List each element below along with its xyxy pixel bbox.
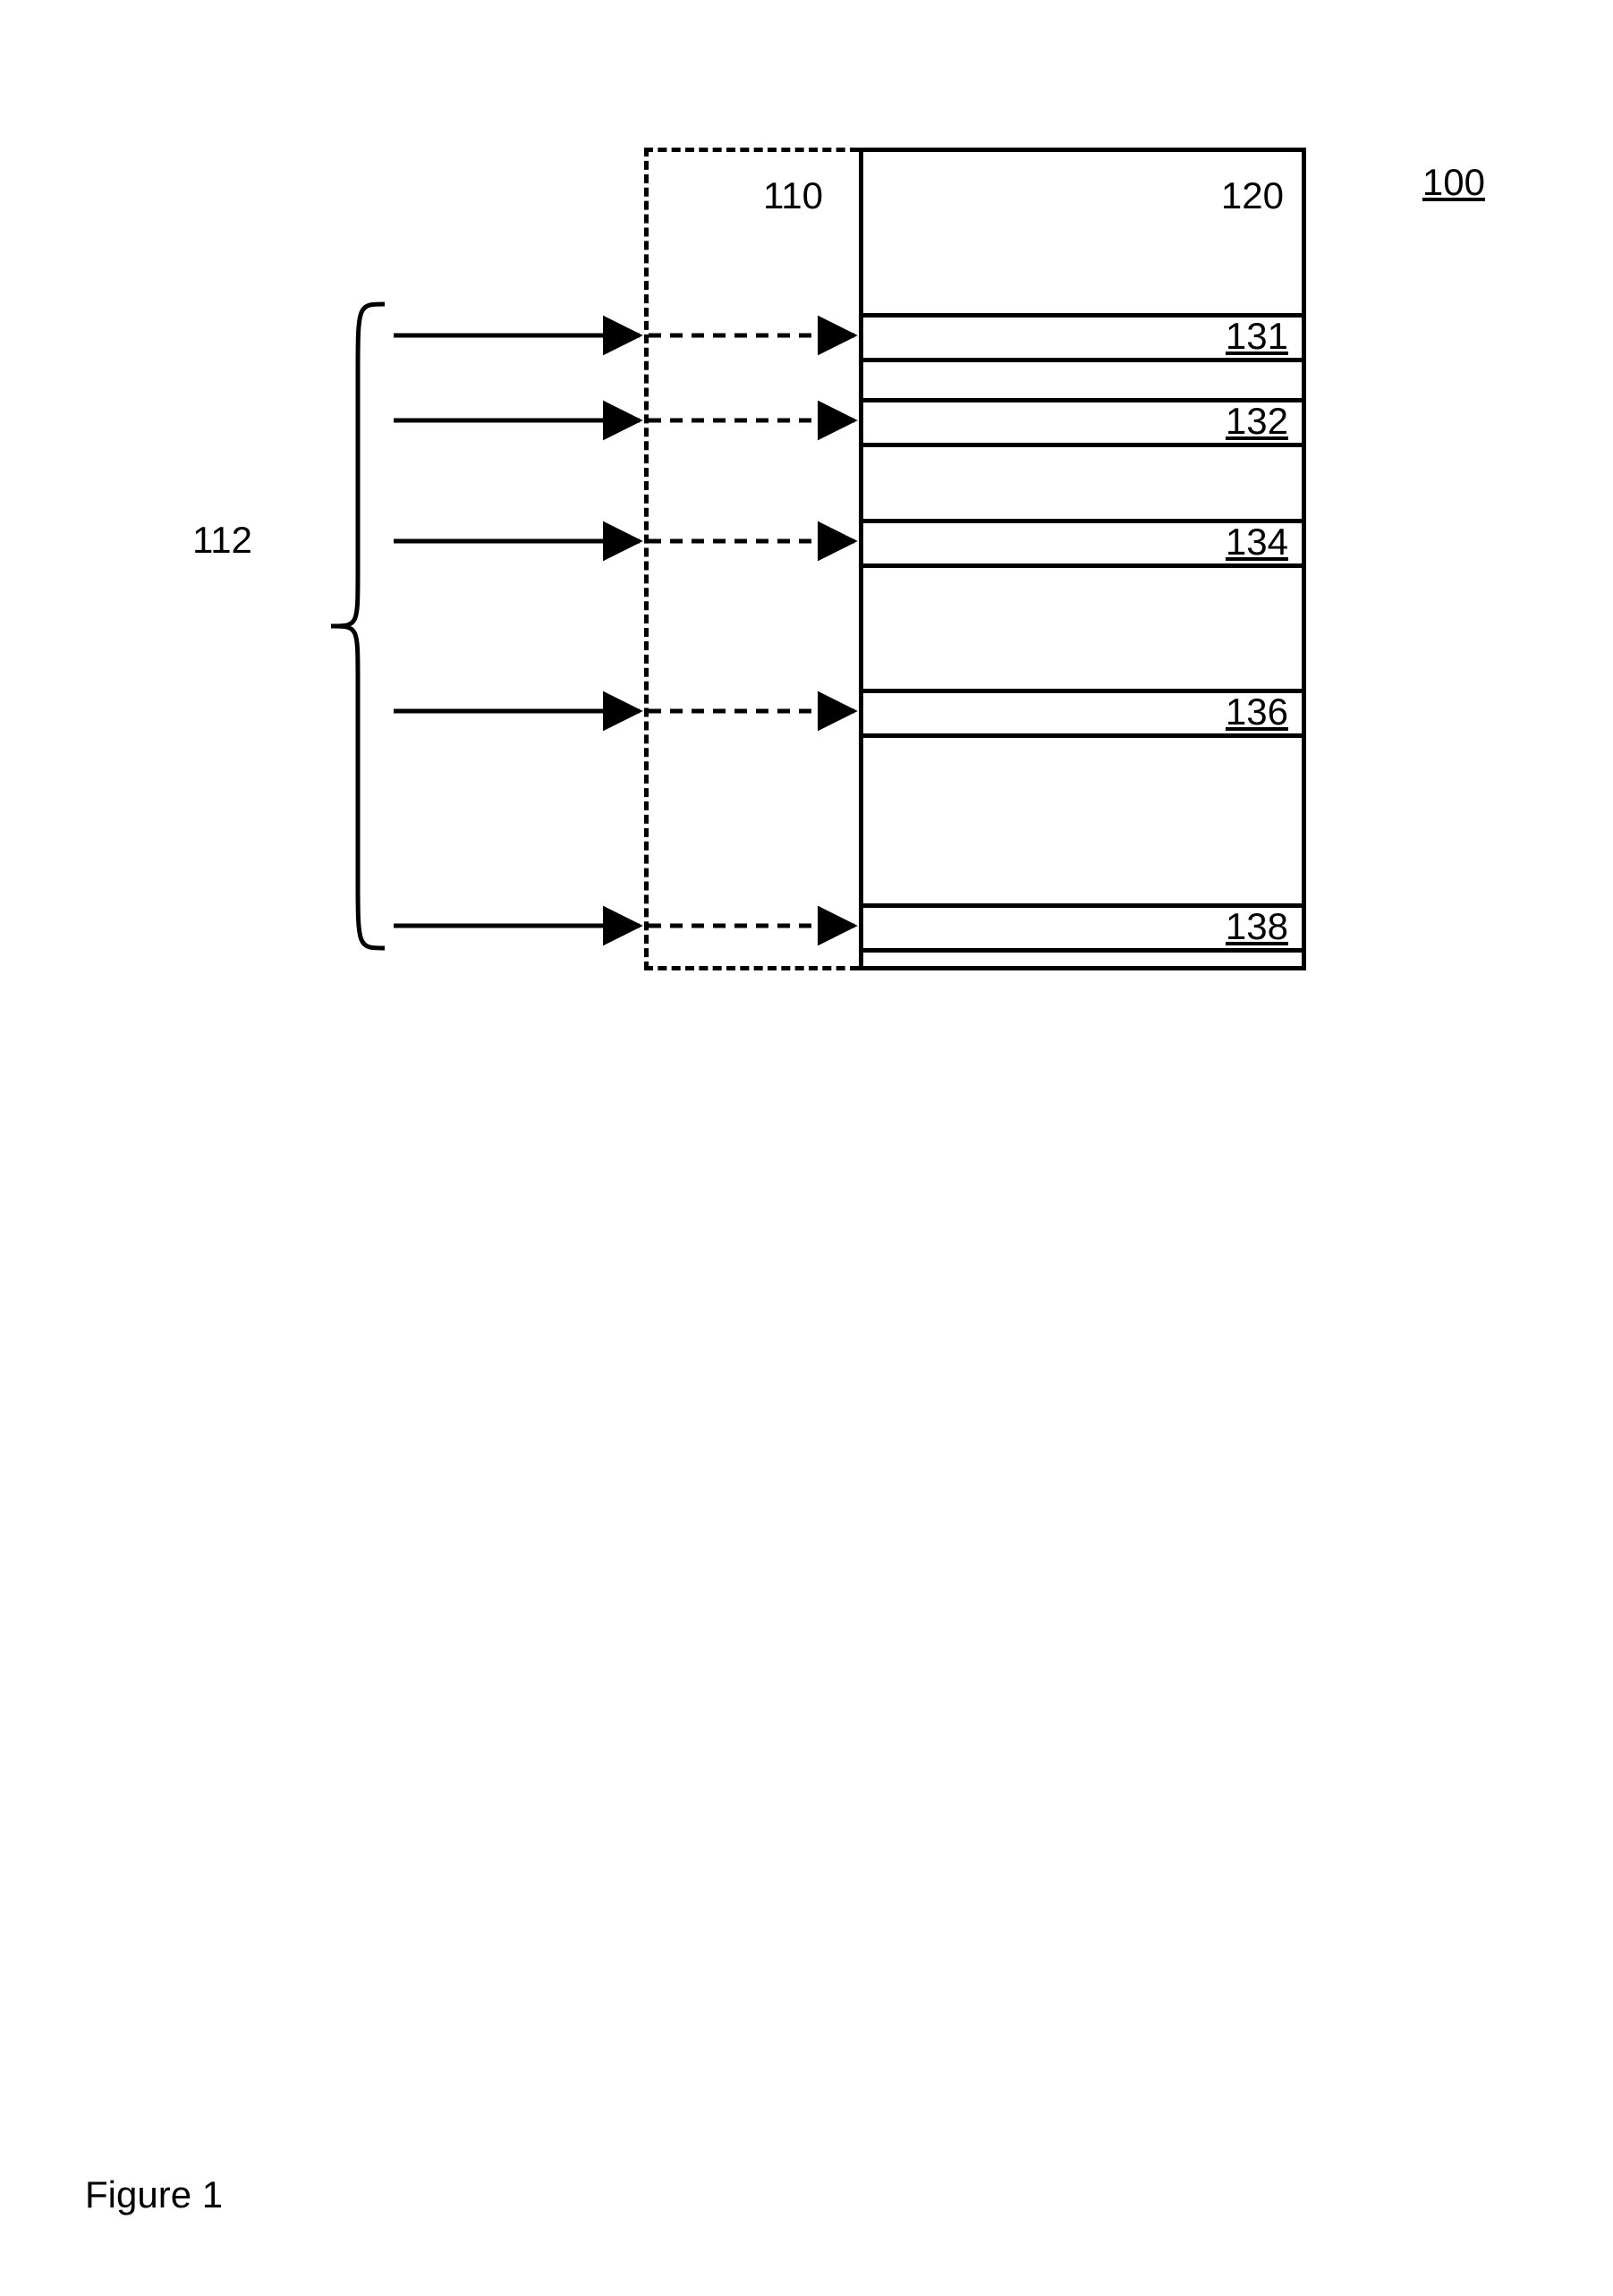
module-label: 120 (1194, 174, 1284, 217)
row-label-136: 136 (1199, 690, 1288, 733)
row-134-bottom (863, 563, 1302, 568)
inputs-group-label: 112 (192, 519, 252, 562)
figure-caption: Figure 1 (85, 2173, 223, 2216)
interface-dashed-box (644, 148, 859, 970)
row-132-bottom (863, 443, 1302, 447)
figure-1-diagram: 131 132 134 136 138 110 120 100 112 Figu… (0, 0, 1613, 2296)
row-label-138: 138 (1199, 905, 1288, 948)
row-label-131: 131 (1199, 315, 1288, 358)
row-label-134: 134 (1199, 521, 1288, 563)
system-label: 100 (1396, 161, 1485, 204)
inputs-brace (331, 304, 385, 948)
row-131-bottom (863, 358, 1302, 362)
row-138-bottom (863, 948, 1302, 953)
row-136-bottom (863, 733, 1302, 738)
interface-label: 110 (734, 174, 823, 217)
row-label-132: 132 (1199, 400, 1288, 443)
